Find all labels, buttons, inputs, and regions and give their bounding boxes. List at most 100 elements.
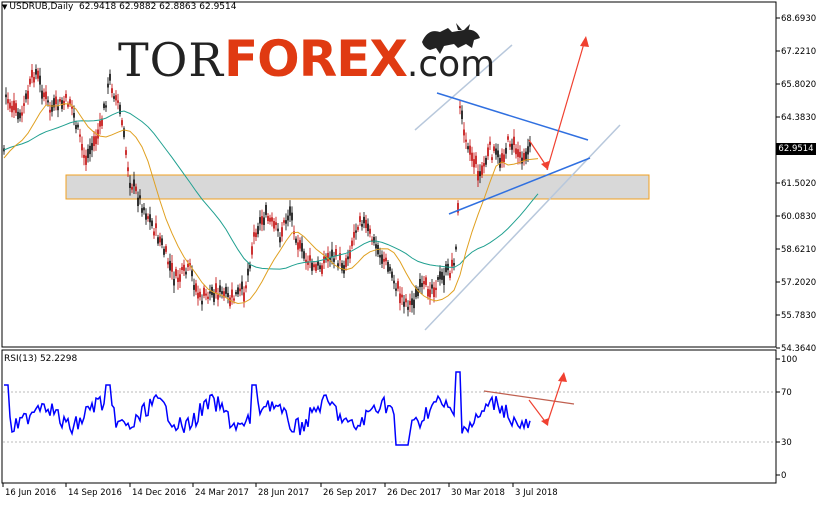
candle-body — [91, 143, 93, 151]
candle-body — [467, 146, 469, 150]
candle-body — [283, 220, 285, 223]
candle-body — [105, 105, 107, 108]
candle-body — [381, 254, 383, 264]
date-tick-label: 28 Jun 2017 — [258, 488, 309, 498]
candle-body — [471, 152, 473, 161]
candle-body — [257, 226, 259, 235]
candle-body — [299, 240, 301, 249]
candle-body — [109, 73, 111, 81]
candle-body — [437, 277, 439, 280]
date-tick-label: 26 Dec 2017 — [387, 488, 441, 498]
candle-body — [161, 238, 163, 246]
candle-body — [205, 293, 207, 296]
candle-body — [215, 283, 217, 293]
candle-body — [311, 262, 313, 271]
candle-body — [503, 154, 505, 163]
candle-body — [303, 251, 305, 259]
candle-body — [11, 105, 13, 113]
current-price-tag: 62.9514 — [776, 143, 816, 155]
rsi-tick-label: 30 — [781, 438, 792, 448]
candle-body — [269, 217, 271, 222]
candle-body — [115, 95, 117, 101]
candle-body — [327, 252, 329, 262]
candle-body — [347, 256, 349, 260]
candle-body — [411, 298, 413, 305]
candle-body — [359, 216, 361, 222]
logo-forex-text: FOREX — [224, 30, 408, 88]
dropdown-triangle-icon[interactable]: ▼ — [2, 3, 7, 11]
candle-body — [461, 110, 463, 120]
candle-body — [459, 106, 461, 109]
rsi-tick-label: 100 — [781, 355, 797, 365]
candle-body — [495, 148, 497, 155]
candle-body — [185, 271, 187, 275]
candle-body — [201, 300, 203, 305]
candle-body — [419, 278, 421, 288]
candle-body — [443, 275, 445, 286]
candle-body — [207, 296, 209, 299]
candle-body — [345, 258, 347, 267]
candle-body — [483, 163, 485, 167]
candle-body — [83, 154, 85, 158]
candle-body — [321, 265, 323, 274]
price-tick-label: 58.6210 — [781, 245, 816, 255]
candle-body — [435, 287, 437, 291]
candle-body — [85, 155, 87, 165]
candle-body — [387, 261, 389, 272]
candle-body — [133, 179, 135, 187]
candle-body — [247, 268, 249, 276]
candle-body — [103, 103, 105, 109]
candle-body — [113, 96, 115, 99]
candle-body — [181, 267, 183, 271]
candle-body — [213, 292, 215, 302]
candle-body — [13, 100, 15, 111]
logo-tor-text: TOR — [118, 33, 225, 87]
bull-logo-icon — [422, 23, 480, 54]
candle-body — [173, 278, 175, 286]
candle-body — [365, 219, 367, 228]
candle-body — [295, 238, 297, 243]
candle-body — [341, 263, 343, 271]
price-tick-label: 67.2210 — [781, 47, 816, 57]
candle-body — [249, 264, 251, 269]
candle-body — [445, 264, 447, 273]
candle-body — [57, 106, 59, 111]
candle-body — [191, 270, 193, 277]
candle-body — [237, 287, 239, 295]
candle-body — [197, 292, 199, 299]
candle-body — [195, 283, 197, 292]
candle-body — [427, 289, 429, 297]
candle-body — [73, 112, 75, 118]
candle-body — [421, 283, 423, 287]
candle-body — [353, 231, 355, 238]
up-arrow-head — [580, 36, 589, 47]
date-tick-label: 14 Dec 2016 — [132, 488, 186, 498]
candle-body — [17, 111, 19, 120]
candle-body — [357, 226, 359, 230]
candle-body — [163, 248, 165, 255]
candle-body — [287, 215, 289, 221]
candle-body — [71, 106, 73, 109]
candle-body — [511, 143, 513, 150]
candle-body — [75, 124, 77, 130]
candle-body — [463, 129, 465, 136]
candle-body — [183, 264, 185, 271]
candle-body — [127, 167, 129, 172]
candle-body — [79, 134, 81, 137]
price-tick-label: 54.3640 — [781, 344, 816, 354]
candle-body — [505, 147, 507, 154]
candle-body — [217, 294, 219, 300]
candle-body — [89, 145, 91, 155]
candle-body — [29, 78, 31, 85]
candle-body — [367, 223, 369, 232]
candle-body — [119, 104, 121, 114]
candle-body — [239, 288, 241, 292]
symbol-label: USDRUB,Daily — [9, 2, 74, 12]
candle-body — [131, 186, 133, 190]
candle-body — [407, 306, 409, 310]
price-tick-label: 64.3830 — [781, 113, 816, 123]
date-tick-label: 16 Jun 2016 — [5, 488, 56, 498]
date-tick-label: 14 Sep 2016 — [68, 488, 122, 498]
candle-body — [277, 228, 279, 232]
candle-body — [209, 291, 211, 294]
